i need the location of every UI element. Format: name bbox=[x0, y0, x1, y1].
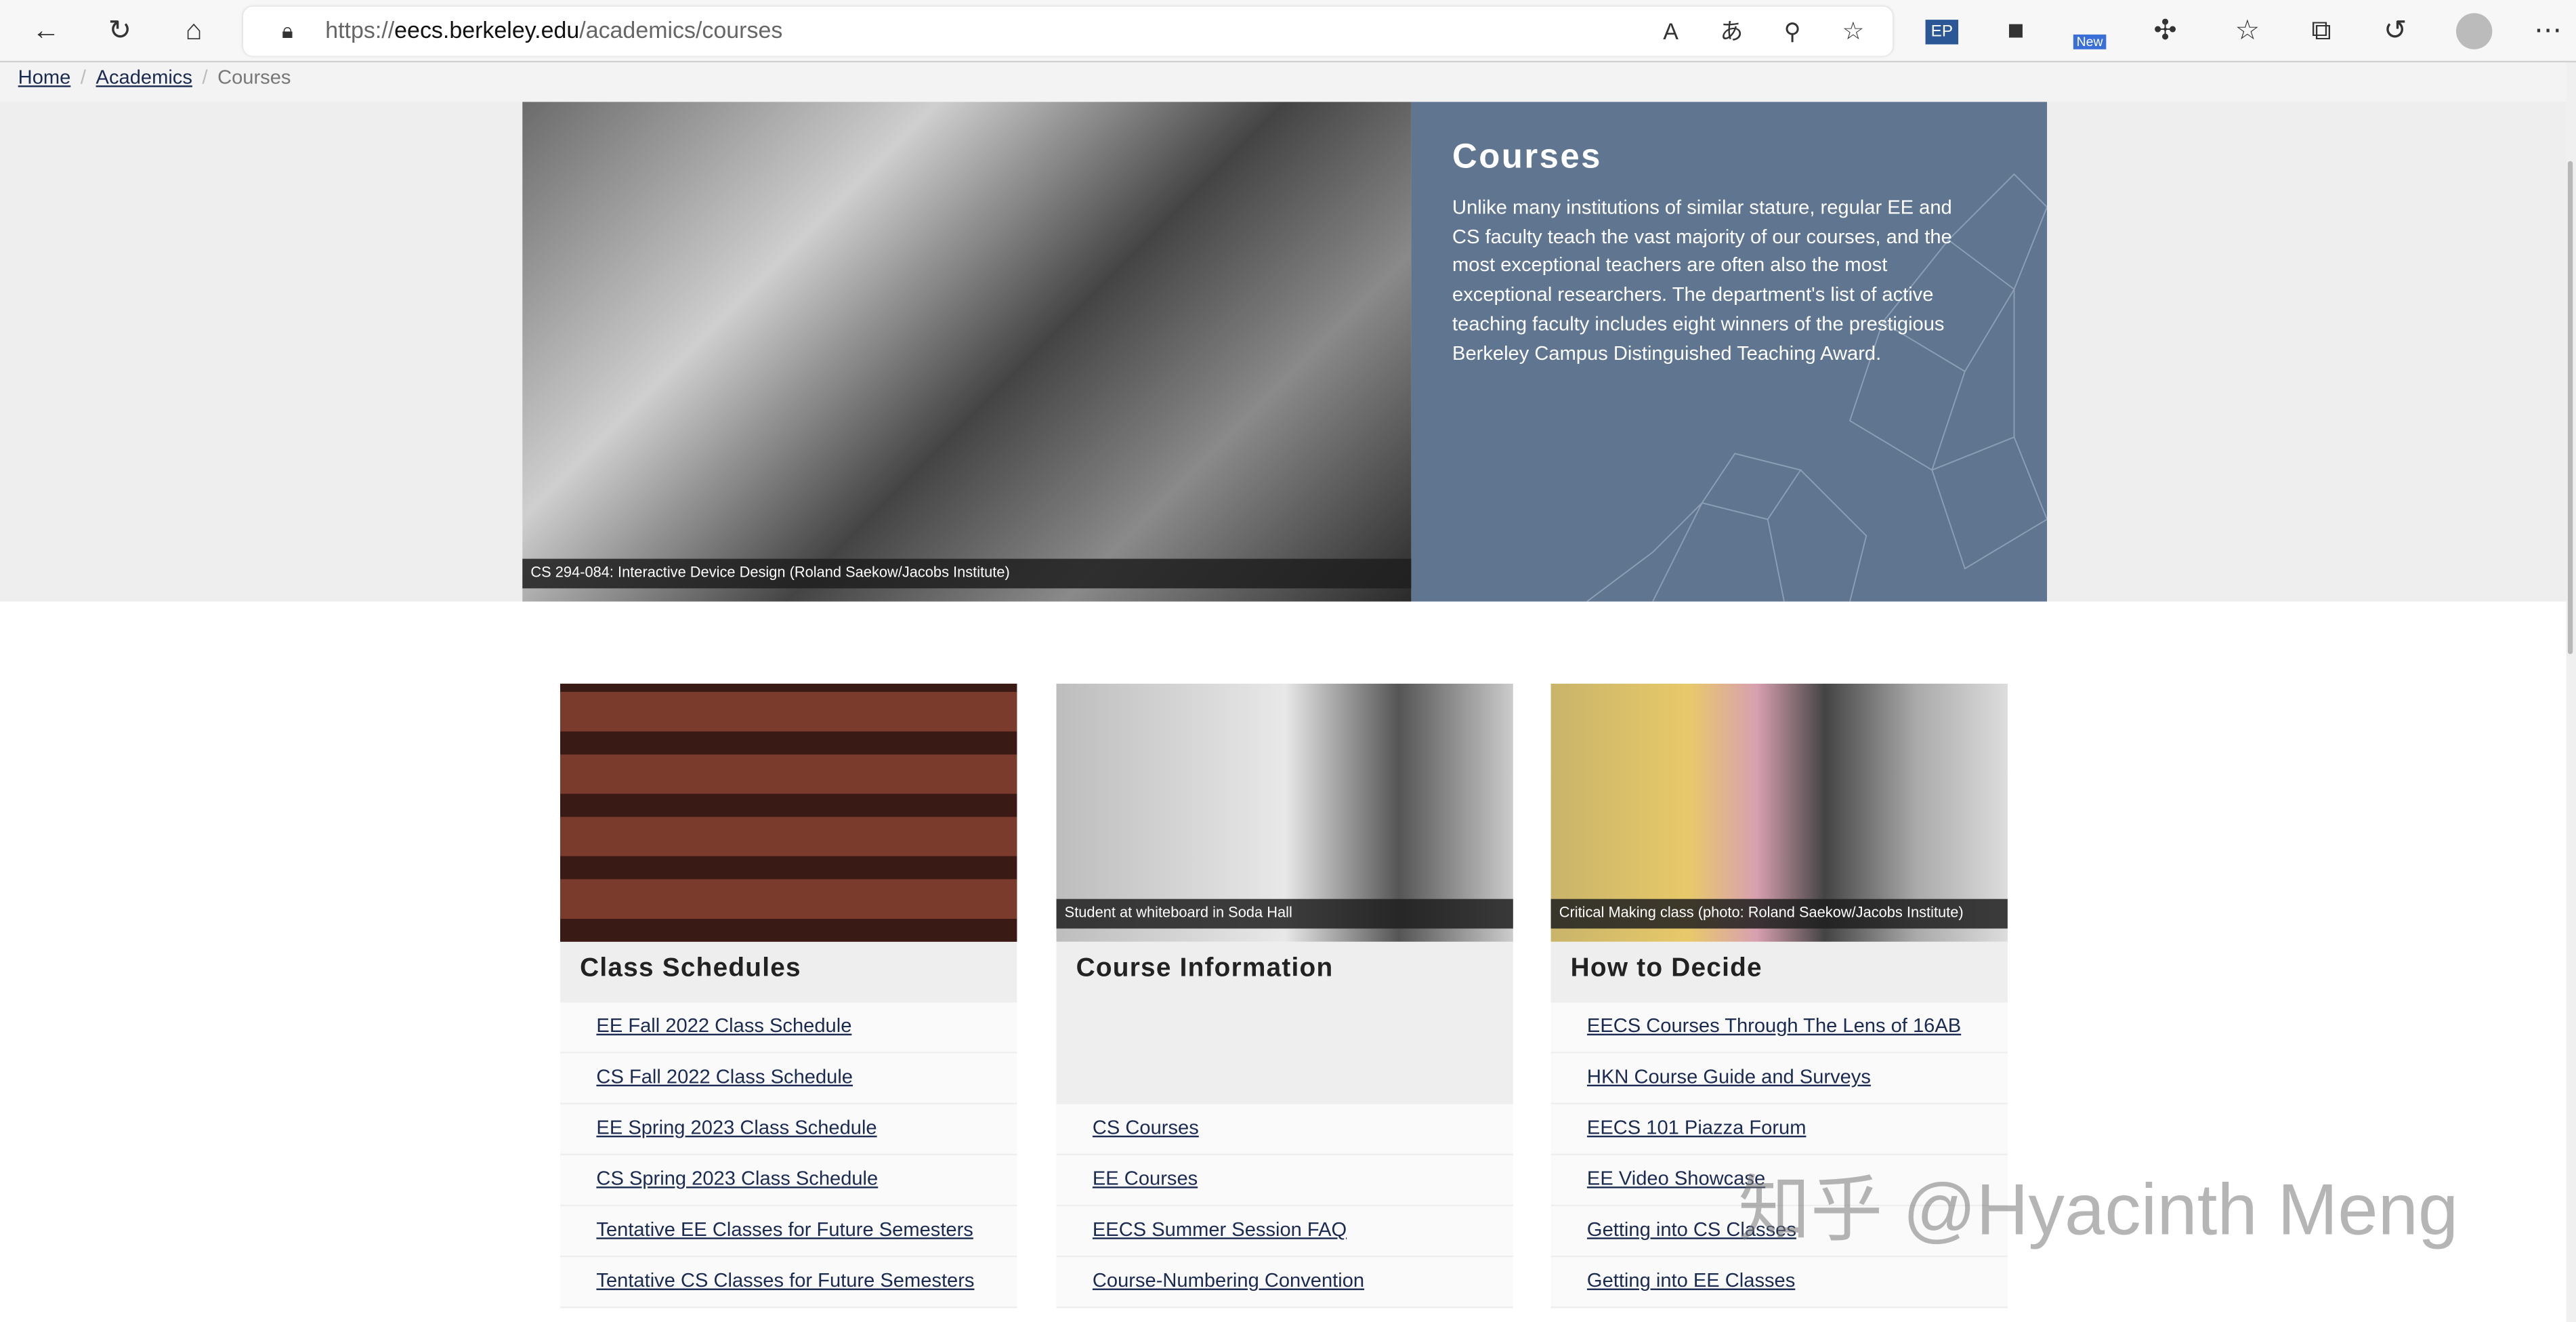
breadcrumb-home[interactable]: Home bbox=[18, 66, 71, 89]
history-icon[interactable]: ↺ bbox=[2374, 10, 2417, 53]
lock-icon[interactable]: 🔒︎ bbox=[266, 10, 309, 53]
card-title: How to Decide bbox=[1550, 941, 2008, 1003]
hero-panel: Courses Unlike many institutions of simi… bbox=[1411, 102, 2048, 602]
link[interactable]: EE Courses bbox=[1093, 1167, 1198, 1190]
read-aloud-icon[interactable]: A bbox=[1649, 10, 1692, 53]
list-item: CS Courses bbox=[1056, 1104, 1513, 1156]
list-item: Tentative EE Classes for Future Semester… bbox=[560, 1206, 1017, 1258]
photo-caption: Student at whiteboard in Soda Hall bbox=[1056, 898, 1513, 929]
link[interactable]: CS Courses bbox=[1093, 1116, 1199, 1139]
favorites-icon[interactable]: ☆ bbox=[2226, 10, 2268, 53]
list-item: EECS 101 Piazza Forum bbox=[1550, 1104, 2008, 1156]
link[interactable]: EE Spring 2023 Class Schedule bbox=[596, 1116, 877, 1139]
extensions-icon[interactable]: ✣ bbox=[2144, 10, 2187, 53]
list-item: CS Fall 2022 Class Schedule bbox=[560, 1053, 1017, 1104]
list-item: HKN Course Guide and Surveys bbox=[1550, 1053, 2008, 1104]
translate-icon[interactable]: あ bbox=[1710, 10, 1753, 53]
breadcrumb-separator: / bbox=[80, 66, 86, 89]
profile-avatar[interactable] bbox=[2453, 10, 2495, 53]
card-title: Course Information bbox=[1056, 941, 1513, 1104]
hero-photo: CS 294-084: Interactive Device Design (R… bbox=[522, 102, 1412, 602]
list-item: EECS Courses Through The Lens of 16AB bbox=[1550, 1002, 2008, 1054]
link[interactable]: EECS Courses Through The Lens of 16AB bbox=[1587, 1014, 1961, 1037]
browser-toolbar: ← ↻ ⌂ 🔒︎ https://eecs.berkeley.edu/acade… bbox=[0, 0, 2576, 63]
home-icon[interactable]: ⌂ bbox=[173, 10, 215, 53]
browser-window: ← ↻ ⌂ 🔒︎ https://eecs.berkeley.edu/acade… bbox=[0, 0, 2576, 1322]
url-path: /academics/courses bbox=[579, 16, 783, 43]
link[interactable]: HKN Course Guide and Surveys bbox=[1587, 1065, 1871, 1088]
link[interactable]: Course-Numbering Convention bbox=[1093, 1268, 1364, 1292]
address-bar[interactable]: 🔒︎ https://eecs.berkeley.edu/academics/c… bbox=[242, 6, 1893, 56]
zoom-icon[interactable]: ⚲ bbox=[1771, 10, 1814, 53]
refresh-icon[interactable]: ↻ bbox=[99, 10, 142, 53]
new-badge: New bbox=[2073, 33, 2107, 49]
extension-new-icon[interactable]: New bbox=[2069, 10, 2111, 53]
breadcrumb-current: Courses bbox=[217, 66, 291, 89]
photo-caption: Critical Making class (photo: Roland Sae… bbox=[1550, 898, 2008, 929]
list-item: EE Fall 2022 Class Schedule bbox=[560, 1002, 1017, 1054]
breadcrumb: Home / Academics / Courses bbox=[0, 62, 2576, 102]
url-prefix: https:// bbox=[325, 16, 395, 43]
hero-description: Unlike many institutions of similar stat… bbox=[1452, 195, 1952, 365]
list-item: CS Spring 2023 Class Schedule bbox=[560, 1155, 1017, 1207]
link[interactable]: EECS Summer Session FAQ bbox=[1093, 1218, 1347, 1241]
hero-caption: CS 294-084: Interactive Device Design (R… bbox=[522, 558, 1412, 589]
list-item: Course-Numbering Convention bbox=[1056, 1257, 1513, 1308]
auditorium-photo bbox=[560, 683, 1017, 942]
more-menu-icon[interactable]: ⋯ bbox=[2527, 10, 2569, 53]
favorite-add-icon[interactable]: ☆ bbox=[1832, 10, 1874, 53]
list-item: EE Spring 2023 Class Schedule bbox=[560, 1104, 1017, 1156]
collections-icon[interactable]: ⧉ bbox=[2300, 10, 2343, 53]
card-course-information: Student at whiteboard in Soda Hall Cours… bbox=[1056, 683, 1513, 1308]
breadcrumb-separator: / bbox=[202, 66, 208, 89]
link[interactable]: CS Spring 2023 Class Schedule bbox=[596, 1167, 878, 1190]
breadcrumb-academics[interactable]: Academics bbox=[96, 66, 192, 89]
card-title: Class Schedules bbox=[560, 941, 1017, 1003]
list-item: Tentative CS Classes for Future Semester… bbox=[560, 1257, 1017, 1308]
watermark: 知乎 @Hyacinth Meng bbox=[1738, 1170, 2459, 1251]
url-text[interactable]: https://eecs.berkeley.edu/academics/cour… bbox=[325, 16, 782, 43]
list-item: Getting into EE Classes bbox=[1550, 1257, 2008, 1308]
critical-making-photo: Critical Making class (photo: Roland Sae… bbox=[1550, 683, 2008, 942]
list-item: EECS Summer Session FAQ bbox=[1056, 1206, 1513, 1258]
link[interactable]: Tentative EE Classes for Future Semester… bbox=[596, 1218, 973, 1241]
scrollbar-thumb[interactable] bbox=[2567, 161, 2573, 655]
scrollbar[interactable] bbox=[2566, 62, 2576, 1322]
link[interactable]: Tentative CS Classes for Future Semester… bbox=[596, 1268, 974, 1292]
extension-icon[interactable]: EP bbox=[1920, 10, 1963, 53]
whiteboard-photo: Student at whiteboard in Soda Hall bbox=[1056, 683, 1513, 942]
link[interactable]: EE Fall 2022 Class Schedule bbox=[596, 1014, 851, 1037]
extension-icon-2[interactable]: ■ bbox=[1994, 10, 2037, 53]
link[interactable]: Getting into EE Classes bbox=[1587, 1268, 1795, 1292]
link[interactable]: CS Fall 2022 Class Schedule bbox=[596, 1065, 853, 1088]
back-icon[interactable]: ← bbox=[24, 10, 67, 53]
card-class-schedules: Class Schedules EE Fall 2022 Class Sched… bbox=[560, 683, 1017, 1308]
list-item: EE Courses bbox=[1056, 1155, 1513, 1207]
link[interactable]: EECS 101 Piazza Forum bbox=[1587, 1116, 1807, 1139]
url-host: eecs.berkeley.edu bbox=[394, 16, 580, 43]
